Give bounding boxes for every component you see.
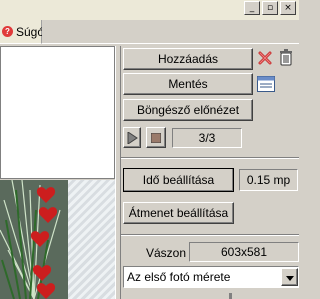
set-time-button[interactable]: Idő beállítása [123,168,234,192]
time-value-field[interactable]: 0.15 mp [239,169,298,191]
separator [121,234,299,236]
frame-counter: 3/3 [172,128,242,148]
set-transition-button[interactable]: Átmenet beállítása [123,202,234,224]
play-button[interactable] [123,127,141,148]
photo-thumbnail[interactable] [0,180,68,299]
panel-splitter[interactable] [115,46,121,299]
help-icon: ? [2,26,13,37]
preview-pane [0,46,115,179]
play-icon [127,131,138,145]
tab-strip [42,20,299,44]
menu-tab-help[interactable]: ? Súgó [0,20,45,44]
canvas-label: Vászon [146,246,187,260]
trash-icon[interactable] [278,48,294,66]
stop-button[interactable] [146,127,166,148]
photo-image [0,180,68,299]
menu-tab-label: Súgó [16,25,45,39]
chevron-down-icon[interactable] [281,268,298,286]
canvas-size-select-value: Az első fotó mérete [127,270,231,284]
save-button[interactable]: Mentés [123,73,253,95]
canvas-size-select[interactable]: Az első fotó mérete [123,266,299,288]
slider-handle[interactable] [229,293,232,299]
add-button[interactable]: Hozzáadás [123,48,253,70]
list-icon[interactable] [257,76,275,92]
separator [121,157,299,159]
restore-icon[interactable]: ▫ [262,1,278,15]
canvas-size-field: 603x581 [189,242,299,262]
browser-preview-button[interactable]: Böngésző előnézet [123,99,253,121]
close-icon[interactable]: × [280,1,296,15]
delete-icon[interactable] [257,50,273,66]
stop-icon [150,132,162,144]
minimize-icon[interactable]: _ [244,1,260,15]
